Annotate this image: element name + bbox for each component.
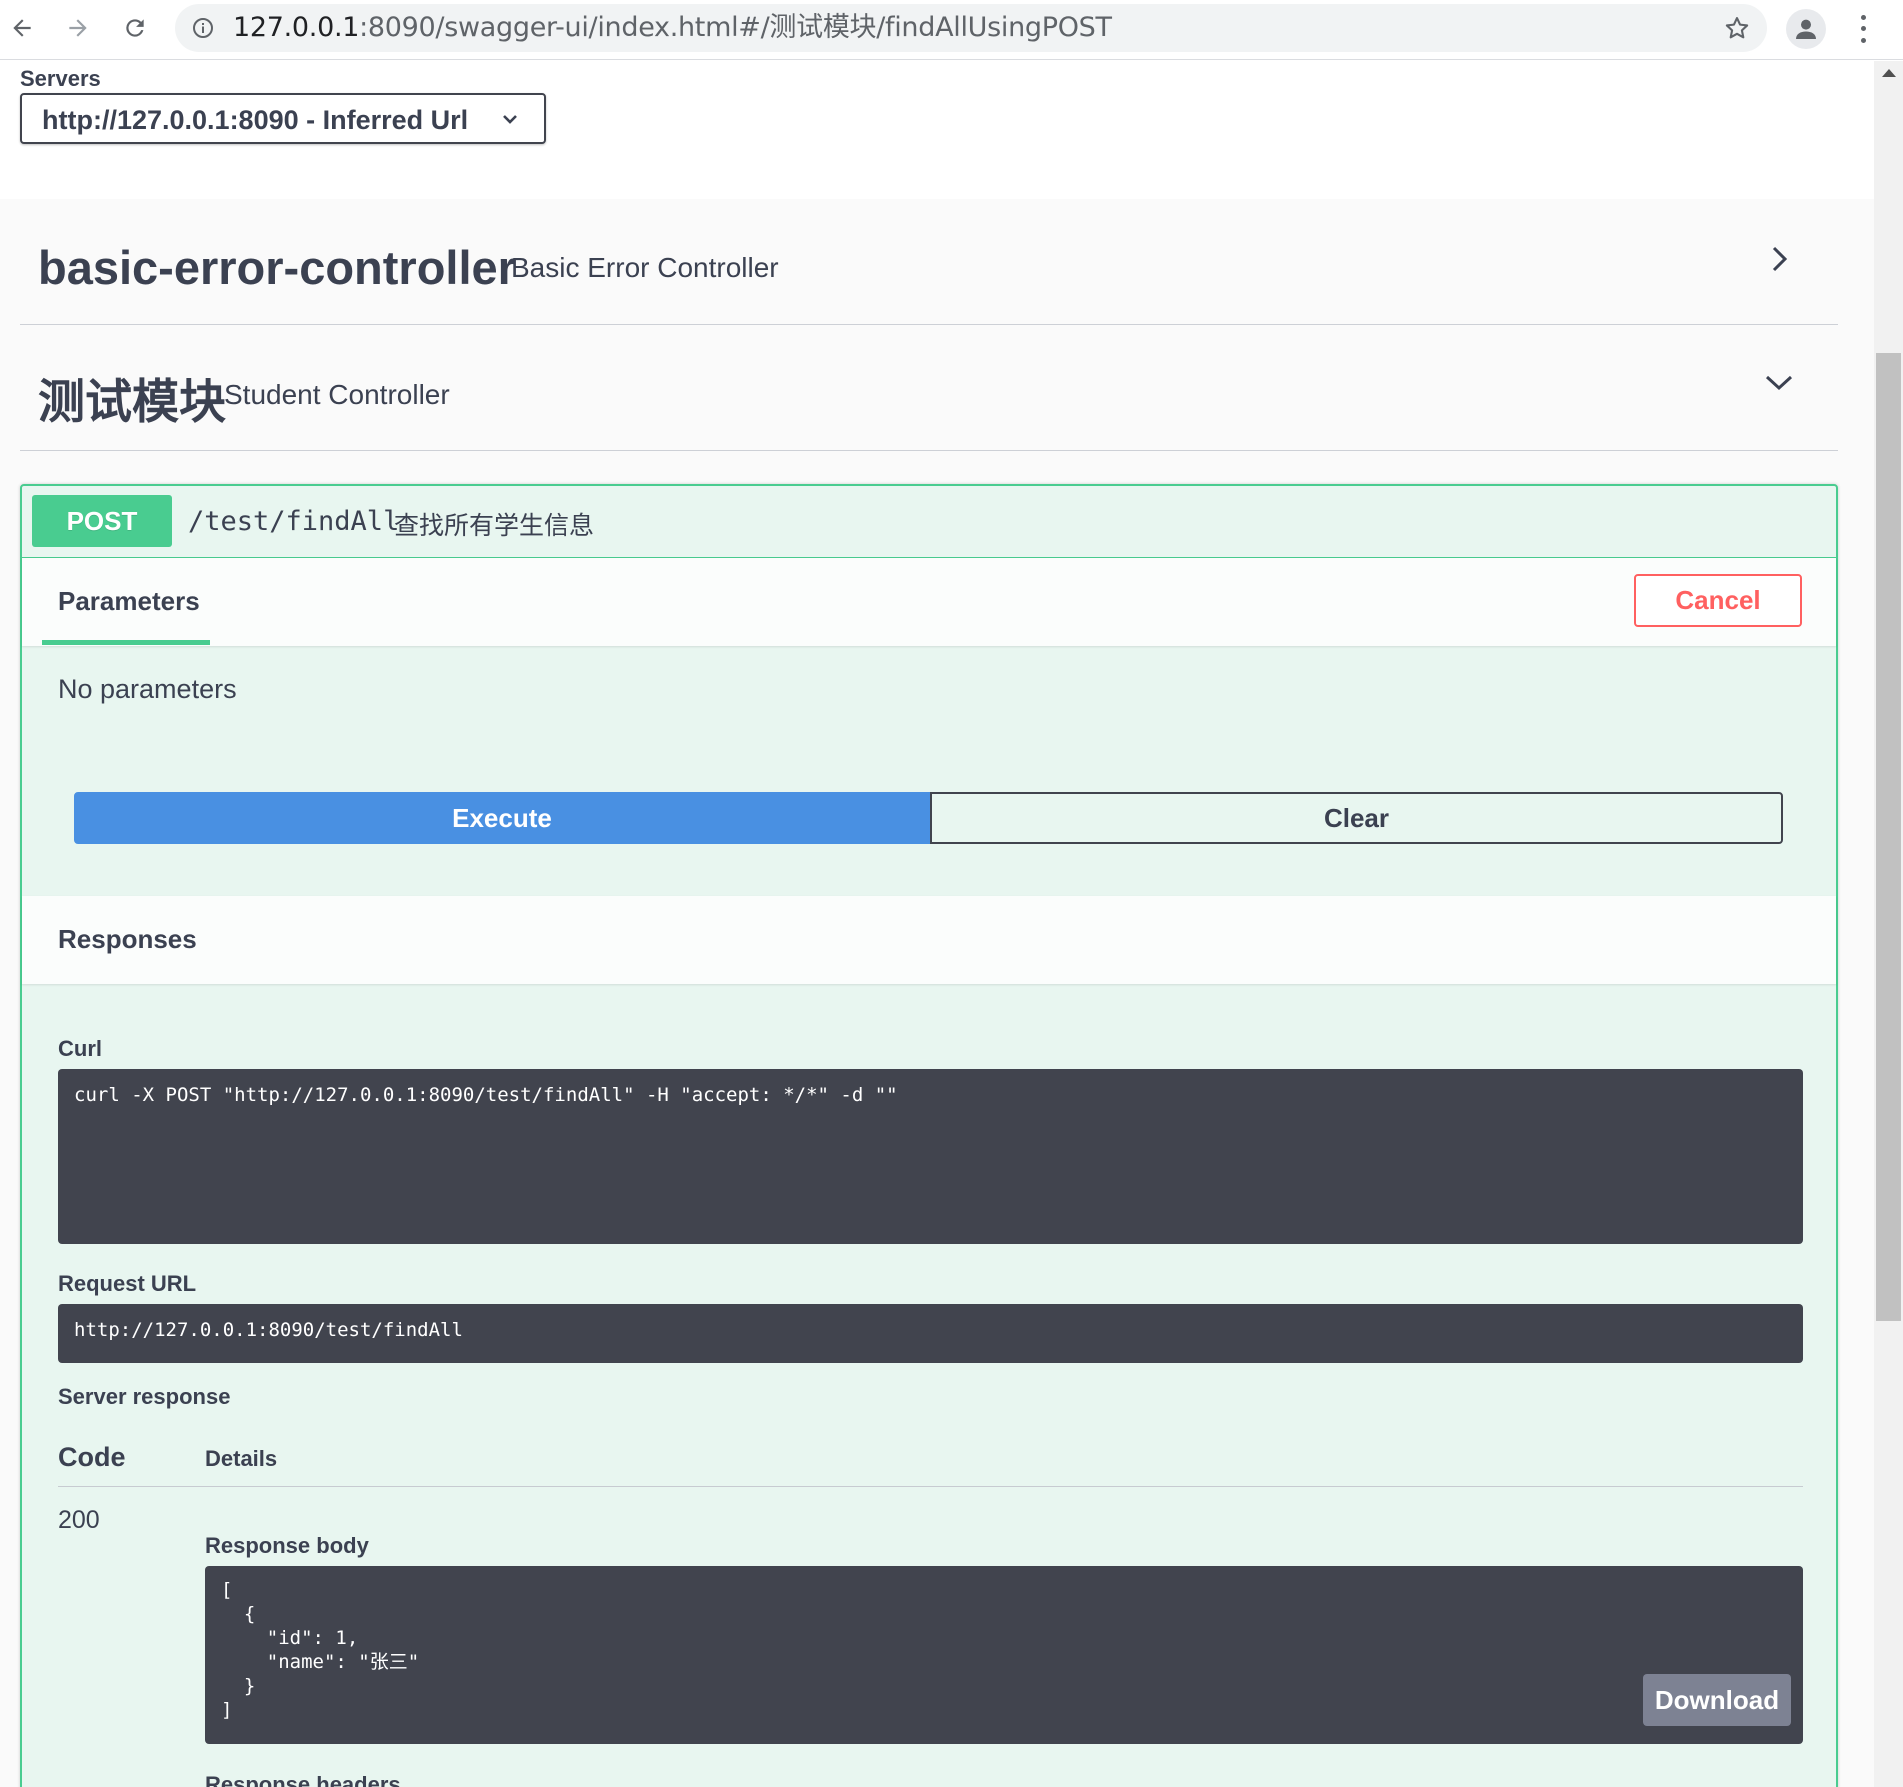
- curl-code-block[interactable]: curl -X POST "http://127.0.0.1:8090/test…: [58, 1069, 1803, 1244]
- star-icon[interactable]: [1723, 14, 1751, 42]
- tag-description: Basic Error Controller: [511, 252, 779, 283]
- servers-label: Servers: [20, 66, 101, 91]
- operation-summary[interactable]: POST /test/findAll 查找所有学生信息: [22, 486, 1836, 558]
- chevron-down-icon: [503, 115, 517, 124]
- url-path: :8090/swagger-ui/index.html#/测试模块/findAl…: [359, 12, 1112, 43]
- forward-button[interactable]: [58, 8, 98, 48]
- forward-arrow-icon: [69, 19, 87, 37]
- operations-area: basic-error-controller Basic Error Contr…: [0, 199, 1874, 1787]
- profile-icon: [1796, 19, 1816, 39]
- tag-name: 测试模块: [38, 375, 226, 428]
- swagger-page: Servers http://127.0.0.1:8090 - Inferred…: [0, 61, 1874, 1787]
- chevron-down-icon[interactable]: [1764, 367, 1794, 397]
- response-headers-label: Response headers: [205, 1772, 401, 1787]
- method-badge: POST: [32, 495, 172, 547]
- page-scrollbar[interactable]: [1874, 61, 1903, 1787]
- cancel-button[interactable]: Cancel: [1634, 574, 1802, 627]
- servers-section: Servers http://127.0.0.1:8090 - Inferred…: [0, 61, 1874, 199]
- tag-description: Student Controller: [224, 379, 450, 410]
- download-button[interactable]: Download: [1643, 1674, 1791, 1726]
- no-parameters-text: No parameters: [58, 674, 237, 704]
- profile-button[interactable]: [1786, 9, 1826, 49]
- tag-name: basic-error-controller: [38, 241, 516, 294]
- responses-header: Responses: [22, 896, 1836, 984]
- reload-button[interactable]: [115, 8, 155, 48]
- server-response-label: Server response: [58, 1384, 231, 1409]
- request-url-block[interactable]: http://127.0.0.1:8090/test/findAll: [58, 1304, 1803, 1363]
- operation-path: /test/findAll: [188, 506, 400, 537]
- parameters-header: Parameters Cancel: [22, 558, 1836, 646]
- scroll-up-arrow-icon[interactable]: [1882, 69, 1896, 77]
- clear-button[interactable]: Clear: [930, 792, 1783, 844]
- response-body-label: Response body: [205, 1533, 369, 1558]
- browser-toolbar: 127.0.0.1:8090/swagger-ui/index.html#/测试…: [0, 0, 1903, 60]
- reload-icon: [126, 19, 144, 37]
- tag-student-controller[interactable]: 测试模块 Student Controller: [20, 325, 1838, 451]
- tag-basic-error-controller[interactable]: basic-error-controller Basic Error Contr…: [20, 199, 1838, 325]
- operation-post-findall: POST /test/findAll 查找所有学生信息 Parameters C…: [20, 484, 1838, 1787]
- responses-title: Responses: [58, 924, 197, 954]
- curl-label: Curl: [58, 1036, 102, 1061]
- tab-active-indicator: [42, 640, 210, 645]
- execute-button[interactable]: Execute: [74, 792, 930, 844]
- info-icon[interactable]: [191, 16, 215, 40]
- response-status-code: 200: [58, 1506, 100, 1534]
- tab-parameters[interactable]: Parameters: [58, 586, 200, 617]
- table-divider: [58, 1486, 1803, 1487]
- more-vert-icon[interactable]: [1848, 12, 1878, 46]
- back-button[interactable]: [2, 8, 42, 48]
- code-column-header: Code: [58, 1442, 126, 1472]
- scroll-thumb[interactable]: [1876, 353, 1901, 1321]
- operation-description: 查找所有学生信息: [394, 512, 595, 540]
- chevron-right-icon[interactable]: [1764, 244, 1794, 274]
- url-host: 127.0.0.1: [233, 12, 360, 43]
- details-column-header: Details: [205, 1446, 278, 1471]
- request-url: http://127.0.0.1:8090/test/findAll: [74, 1319, 463, 1341]
- address-url[interactable]: 127.0.0.1:8090/swagger-ui/index.html#/测试…: [233, 14, 1112, 42]
- address-bar[interactable]: 127.0.0.1:8090/swagger-ui/index.html#/测试…: [175, 4, 1767, 52]
- response-body: [ { "id": 1, "name": "张三" } ]: [221, 1579, 420, 1721]
- request-url-label: Request URL: [58, 1271, 197, 1296]
- server-select-value: http://127.0.0.1:8090 - Inferred Url: [42, 105, 469, 135]
- server-select[interactable]: http://127.0.0.1:8090 - Inferred Url: [20, 93, 546, 144]
- curl-command: curl -X POST "http://127.0.0.1:8090/test…: [74, 1084, 898, 1106]
- back-arrow-icon: [13, 19, 31, 37]
- response-body-block[interactable]: [ { "id": 1, "name": "张三" } ] Download: [205, 1566, 1803, 1744]
